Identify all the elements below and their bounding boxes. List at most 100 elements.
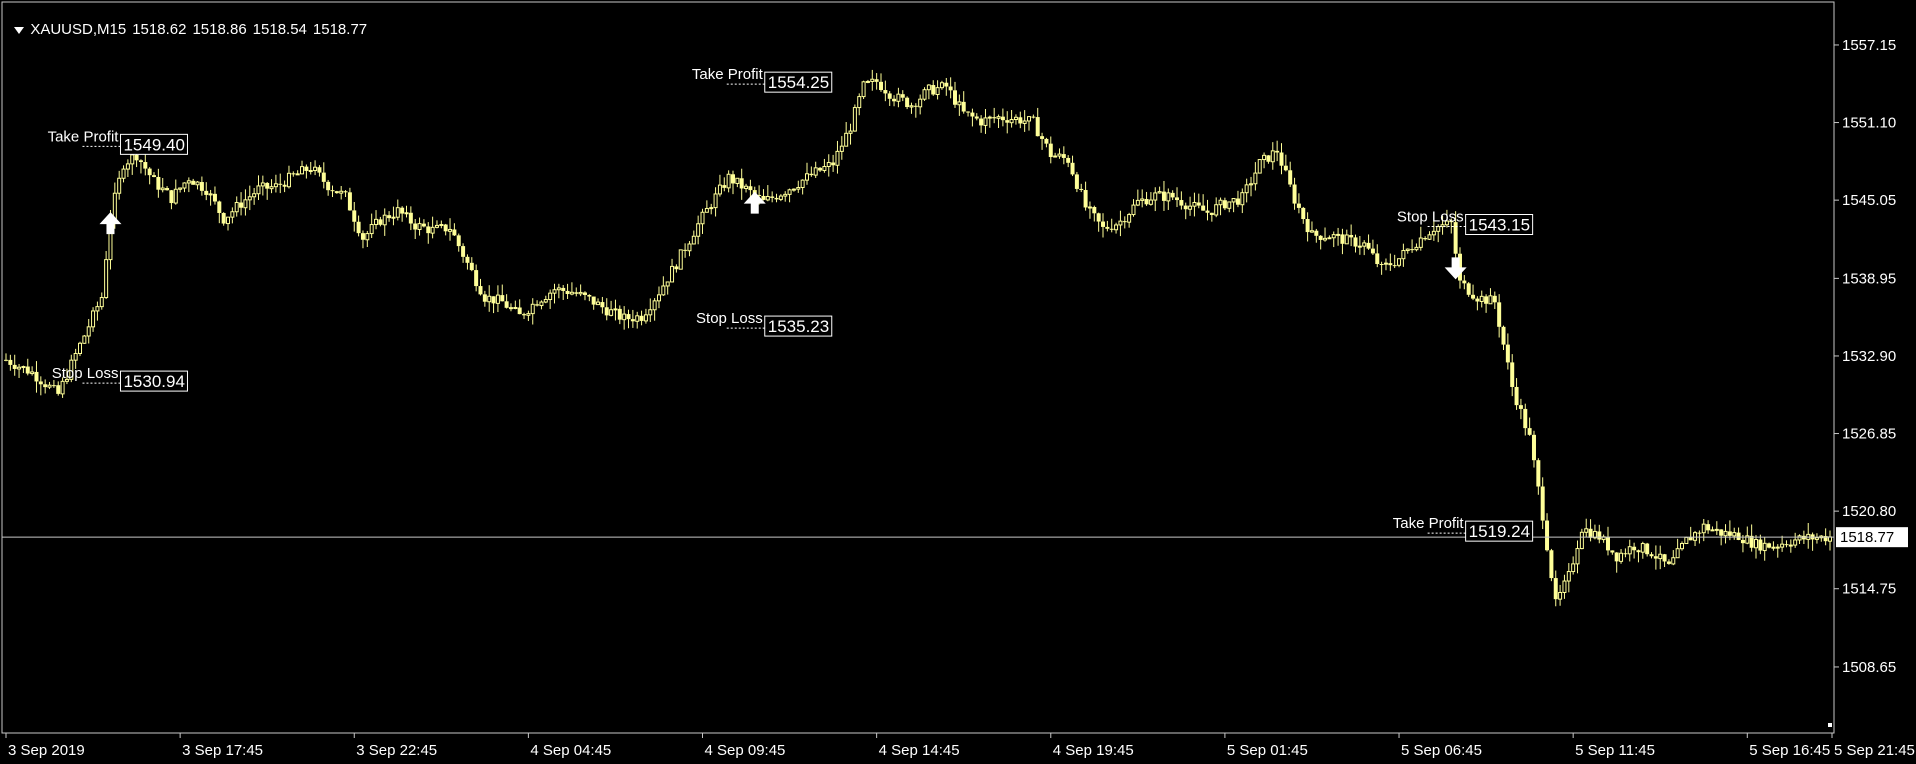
candle-body-up [226, 216, 231, 225]
candle-body-down [1109, 228, 1114, 230]
candle-body-up [1775, 546, 1780, 549]
candle-body-down [1536, 460, 1541, 487]
candle-body-up [735, 177, 740, 184]
candle-body-down [1092, 207, 1097, 214]
candle-body-up [1397, 258, 1402, 266]
candle-body-down [143, 162, 148, 169]
stop-loss-label: Stop Loss [52, 365, 119, 382]
candle-body-up [1357, 245, 1362, 248]
sell-arrow-icon[interactable] [1444, 257, 1467, 280]
buy-arrow-icon[interactable] [99, 212, 122, 235]
candle-body-up [382, 214, 387, 226]
candle-body-down [1736, 532, 1741, 540]
candle-body-up [939, 82, 944, 89]
candle-body-up [1762, 542, 1767, 552]
candle-body-down [317, 167, 322, 173]
candle-body-up [1336, 233, 1341, 236]
candle-body-up [1257, 159, 1262, 174]
candle-body-down [905, 97, 910, 108]
candle-body-up [596, 301, 601, 306]
y-tick-label: 1551.10 [1842, 115, 1896, 132]
y-tick-label: 1532.90 [1842, 348, 1896, 365]
candle-body-up [539, 301, 544, 307]
candle-body-down [443, 224, 448, 232]
candle-body-down [1370, 248, 1375, 254]
candle-body-up [1131, 204, 1136, 216]
candle-body-down [343, 191, 348, 193]
candle-body-down [604, 307, 609, 316]
candle-body-down [1505, 344, 1510, 363]
candle-body-up [787, 189, 792, 195]
candle-body-up [1405, 248, 1410, 252]
candle-body-down [591, 296, 596, 305]
candle-body-up [495, 294, 500, 304]
candle-body-down [138, 160, 143, 163]
candle-body-up [861, 81, 866, 98]
candle-body-up [1418, 237, 1423, 248]
candle-body-down [970, 112, 975, 117]
candle-body-down [469, 262, 474, 271]
candle-body-up [996, 116, 1001, 119]
candle-body-down [400, 207, 405, 214]
candle-body-up [783, 193, 788, 197]
candle-body-up [1640, 543, 1645, 553]
candle-body-up [848, 130, 853, 134]
candle-body-down [913, 105, 918, 107]
candle-body-up [1619, 552, 1624, 562]
candle-body-up [1732, 532, 1737, 537]
x-tick-label: 4 Sep 19:45 [1053, 742, 1134, 759]
candle-body-up [852, 107, 857, 132]
candle-body-down [883, 90, 888, 94]
candle-body-up [247, 196, 252, 201]
candle-body-up [1218, 199, 1223, 206]
candle-body-up [918, 98, 923, 108]
candle-body-up [665, 281, 670, 287]
candle-body-down [931, 85, 936, 95]
candle-body-up [1331, 234, 1336, 239]
candle-body-up [1658, 553, 1663, 560]
candle-body-up [208, 193, 213, 196]
candle-body-down [1000, 116, 1005, 121]
candle-body-up [717, 184, 722, 195]
candle-body-down [278, 183, 283, 185]
candle-body-up [243, 199, 248, 209]
candle-body-down [1423, 238, 1428, 240]
candle-body-up [835, 150, 840, 166]
candle-body-up [1701, 523, 1706, 534]
stop-loss-label: Stop Loss [1397, 209, 1464, 226]
buy-arrow-icon[interactable] [743, 191, 766, 214]
candle-body-up [1323, 237, 1328, 241]
candle-body-up [1436, 226, 1441, 232]
candle-body-down [1340, 234, 1345, 244]
candle-body-down [347, 192, 352, 211]
candle-body-down [352, 210, 357, 222]
candle-body-down [1044, 138, 1049, 144]
candle-body-up [439, 224, 444, 227]
candle-body-down [304, 166, 309, 171]
candle-body-up [622, 313, 627, 321]
candle-body-up [1788, 544, 1793, 547]
candle-body-down [1101, 221, 1106, 227]
candle-body-up [391, 216, 396, 219]
take-profit-price: 1549.40 [123, 135, 184, 154]
candle-body-down [1283, 165, 1288, 171]
x-tick-label: 3 Sep 2019 [8, 742, 85, 759]
x-tick-label: 4 Sep 09:45 [705, 742, 786, 759]
candle-body-down [474, 270, 479, 287]
candle-body-up [987, 116, 992, 119]
candle-body-up [1710, 529, 1715, 532]
candle-body-up [47, 384, 52, 388]
candle-body-up [186, 180, 191, 184]
scroll-end-marker[interactable] [1828, 723, 1832, 727]
candle-body-down [1540, 486, 1545, 521]
candle-body-up [661, 285, 666, 296]
candle-body-down [1645, 543, 1650, 555]
candle-body-down [1767, 543, 1772, 548]
candle-body-down [639, 315, 644, 321]
price-chart[interactable]: 1557.15 1551.10 1545.05 1538.95 1532.90 1526.… [0, 0, 1916, 764]
take-profit-label: Take Profit [48, 128, 120, 145]
candle-body-down [944, 82, 949, 87]
candle-body-down [1031, 116, 1036, 118]
candle-body-down [330, 190, 335, 192]
candle-body-down [408, 212, 413, 224]
